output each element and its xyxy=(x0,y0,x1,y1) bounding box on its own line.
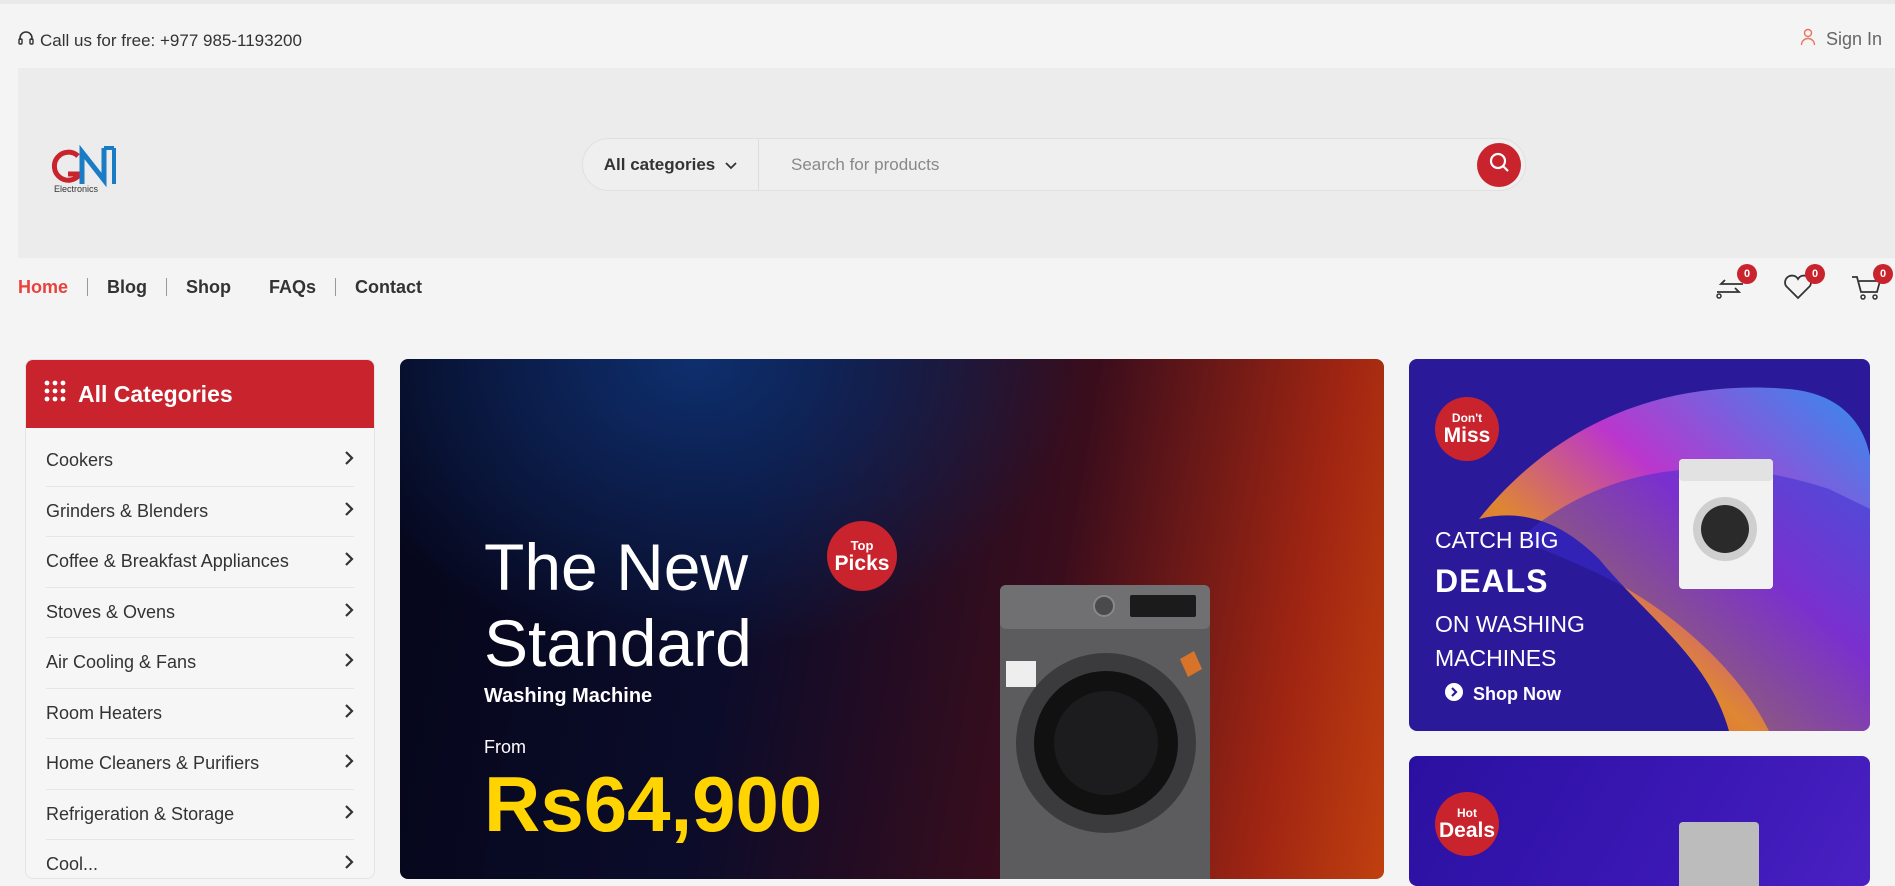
hero-subtitle: Washing Machine xyxy=(484,685,653,707)
promo-banner-hot-deals[interactable]: Hot Deals xyxy=(1409,756,1870,886)
sidebar-title: All Categories xyxy=(78,380,233,407)
badge-small-text: Top xyxy=(850,537,874,553)
sidebar-item-grinders[interactable]: Grinders & Blenders xyxy=(46,487,354,537)
sidebar-item-refrigeration[interactable]: Refrigeration & Storage xyxy=(46,790,354,840)
site-header: Electronics All categories Search for pr… xyxy=(18,68,1895,258)
sidebar-item-label: Home Cleaners & Purifiers xyxy=(46,753,260,774)
headphones-icon xyxy=(18,30,34,51)
chevron-right-icon xyxy=(344,450,354,471)
wishlist-count-badge: 0 xyxy=(1805,264,1825,284)
badge-big-text: Miss xyxy=(1443,424,1491,447)
chevron-right-icon xyxy=(344,703,354,724)
chevron-right-icon xyxy=(344,602,354,623)
appliance-thumbnail xyxy=(1679,822,1759,886)
chevron-down-icon xyxy=(725,155,737,175)
badge-small-text: Hot xyxy=(1457,806,1477,820)
washing-machine-thumbnail xyxy=(1679,459,1773,589)
hero-title-line1: The New xyxy=(484,530,749,604)
search-icon xyxy=(1488,151,1510,178)
hero-price: Rs64,900 xyxy=(484,760,823,848)
banner-line3-a: ON WASHING xyxy=(1435,611,1585,637)
compare-count-badge: 0 xyxy=(1737,264,1757,284)
chevron-right-icon xyxy=(344,501,354,522)
wishlist-button[interactable]: 0 xyxy=(1781,264,1825,304)
sidebar-item-air-cooling[interactable]: Air Cooling & Fans xyxy=(46,638,354,689)
compare-button[interactable]: 0 xyxy=(1713,264,1757,304)
shop-now-label: Shop Now xyxy=(1473,684,1561,704)
banner-line1: CATCH BIG xyxy=(1435,527,1559,553)
sign-in-link[interactable]: Sign In xyxy=(1800,28,1882,51)
heart-icon xyxy=(1781,274,1815,308)
dont-miss-badge: Don't Miss xyxy=(1435,397,1499,461)
nav-blog[interactable]: Blog xyxy=(88,278,168,296)
chevron-right-icon xyxy=(344,753,354,774)
category-select[interactable]: All categories xyxy=(583,139,759,190)
badge-big-text: Deals xyxy=(1438,819,1496,842)
sidebar-item-label: Cool... xyxy=(46,854,99,875)
nav-shop[interactable]: Shop xyxy=(167,278,250,296)
category-select-label: All categories xyxy=(603,154,716,174)
chevron-right-icon xyxy=(344,854,354,875)
nav-home[interactable]: Home xyxy=(18,278,89,296)
shop-now-button[interactable]: Shop Now xyxy=(1445,683,1561,706)
logo-subtitle: Electronics xyxy=(54,184,99,194)
banner-line2: DEALS xyxy=(1435,563,1549,599)
washing-machine-image xyxy=(998,581,1212,879)
sidebar-item-label: Grinders & Blenders xyxy=(46,500,209,521)
banner-line3-b: MACHINES xyxy=(1435,645,1557,671)
sidebar-item-label: Air Cooling & Fans xyxy=(46,652,197,673)
sidebar-item-stoves[interactable]: Stoves & Ovens xyxy=(46,588,354,638)
cart-count-badge: 0 xyxy=(1873,264,1893,284)
call-text: Call us for free: +977 985-1193200 xyxy=(40,30,302,50)
sidebar-item-label: Refrigeration & Storage xyxy=(46,803,235,824)
sidebar-item-label: Room Heaters xyxy=(46,702,163,723)
top-picks-badge: Top Picks xyxy=(827,521,897,591)
hero-from-label: From xyxy=(484,737,526,757)
grid-icon xyxy=(44,380,66,408)
banner-line3: ON WASHING MACHINES xyxy=(1435,607,1585,675)
search-input[interactable]: Search for products xyxy=(759,155,1477,175)
sidebar-item-cookers[interactable]: Cookers xyxy=(46,436,354,487)
sign-in-label: Sign In xyxy=(1825,29,1882,49)
user-icon xyxy=(1800,28,1816,51)
nav-faqs[interactable]: FAQs xyxy=(250,278,337,296)
cart-icon xyxy=(1849,276,1883,308)
nav-contact[interactable]: Contact xyxy=(336,278,441,296)
category-sidebar: All Categories Cookers Grinders & Blende… xyxy=(25,359,375,879)
cart-button[interactable]: 0 xyxy=(1849,264,1893,304)
hero-banner[interactable]: The New Standard Top Picks Washing Machi… xyxy=(400,359,1384,879)
chevron-right-icon xyxy=(344,551,354,572)
sidebar-item-coffee[interactable]: Coffee & Breakfast Appliances xyxy=(46,537,354,588)
sidebar-item-label: Coffee & Breakfast Appliances xyxy=(46,551,289,572)
main-nav: Home Blog Shop FAQs Contact 0 0 0 xyxy=(0,262,1895,318)
sidebar-item-home-cleaners[interactable]: Home Cleaners & Purifiers xyxy=(46,739,354,790)
hot-deals-badge: Hot Deals xyxy=(1435,792,1499,856)
badge-small-text: Don't xyxy=(1451,411,1483,425)
call-info: Call us for free: +977 985-1193200 xyxy=(18,30,302,51)
arrow-circle-icon xyxy=(1445,683,1463,706)
top-bar: Call us for free: +977 985-1193200 Sign … xyxy=(0,0,1895,68)
sidebar-header[interactable]: All Categories xyxy=(26,360,374,428)
chevron-right-icon xyxy=(344,652,354,673)
hero-title-line2: Standard xyxy=(484,606,752,680)
search-button[interactable] xyxy=(1477,142,1521,187)
badge-big-text: Picks xyxy=(834,551,890,575)
chevron-right-icon xyxy=(344,804,354,825)
sidebar-item-label: Stoves & Ovens xyxy=(46,601,176,622)
brand-logo[interactable]: Electronics xyxy=(46,140,126,200)
sidebar-item-cool[interactable]: Cool... xyxy=(46,840,354,878)
compare-icon xyxy=(1713,279,1747,308)
hero-title: The New Standard xyxy=(484,529,752,681)
promo-banner-washing[interactable]: Don't Miss CATCH BIG DEALS ON WASHING MA… xyxy=(1409,359,1870,731)
search-bar: All categories Search for products xyxy=(582,138,1526,191)
sidebar-item-label: Cookers xyxy=(46,450,114,471)
sidebar-item-room-heaters[interactable]: Room Heaters xyxy=(46,689,354,739)
